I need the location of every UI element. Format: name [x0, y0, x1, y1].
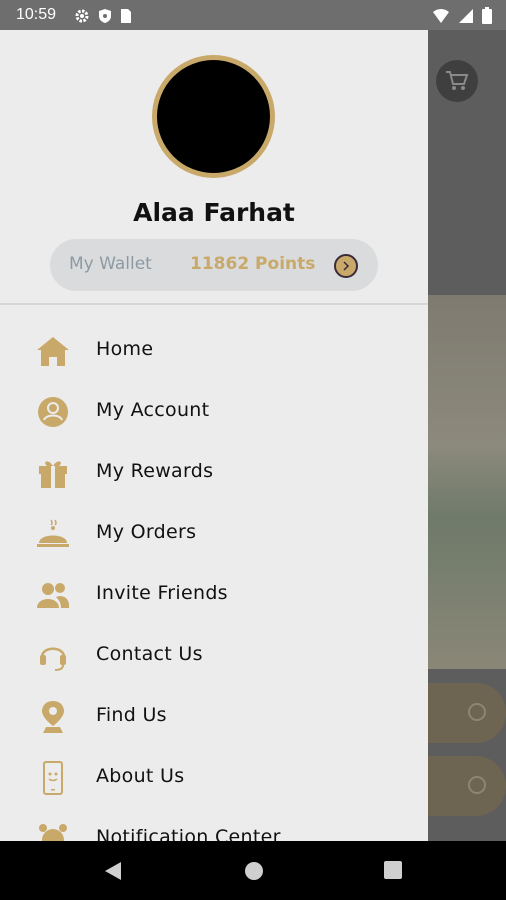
menu-item-label: My Orders	[96, 521, 197, 543]
chevron-right-icon	[468, 703, 486, 721]
menu-item-label: Home	[96, 338, 154, 360]
home-icon	[36, 334, 70, 368]
menu-item-about-us[interactable]: About Us	[0, 747, 428, 808]
account-icon	[36, 395, 70, 429]
chevron-right-icon	[468, 776, 486, 794]
menu-item-invite-friends[interactable]: Invite Friends	[0, 564, 428, 625]
system-navigation-bar	[0, 841, 506, 900]
phone-icon	[36, 761, 70, 795]
profile-name: Alaa Farhat	[133, 198, 295, 227]
location-pin-icon	[36, 700, 70, 734]
recents-square-icon[interactable]	[384, 861, 402, 879]
menu-item-label: About Us	[96, 765, 185, 787]
settings-gear-icon	[75, 9, 89, 23]
alarm-icon	[36, 822, 70, 841]
avatar[interactable]	[152, 55, 275, 178]
cloche-icon	[36, 517, 70, 551]
cart-button[interactable]	[436, 60, 478, 102]
back-icon[interactable]	[103, 861, 123, 881]
status-bar: 10:59	[0, 0, 506, 30]
cart-icon	[446, 71, 469, 90]
menu-item-notification-center[interactable]: Notification Center	[0, 808, 428, 841]
gift-icon	[36, 456, 70, 490]
menu-item-label: Find Us	[96, 704, 167, 726]
menu-item-my-account[interactable]: My Account	[0, 381, 428, 442]
menu-item-find-us[interactable]: Find Us	[0, 686, 428, 747]
divider	[0, 303, 428, 305]
headset-icon	[36, 639, 70, 673]
friends-icon	[36, 578, 70, 612]
menu-item-my-orders[interactable]: My Orders	[0, 503, 428, 564]
background-action-button[interactable]	[428, 756, 506, 816]
menu-item-label: My Rewards	[96, 460, 214, 482]
menu-item-label: Notification Center	[96, 826, 281, 841]
menu-item-label: Invite Friends	[96, 582, 228, 604]
battery-icon	[482, 7, 492, 24]
status-time: 10:59	[16, 6, 57, 23]
menu-item-label: Contact Us	[96, 643, 203, 665]
signal-icon	[459, 8, 473, 23]
home-circle-icon[interactable]	[244, 861, 264, 881]
chevron-right-icon	[334, 254, 358, 278]
menu-item-contact-us[interactable]: Contact Us	[0, 625, 428, 686]
menu-item-my-rewards[interactable]: My Rewards	[0, 442, 428, 503]
background-screen	[428, 30, 506, 841]
navigation-drawer: Alaa Farhat My Wallet 11862 Points Home …	[0, 30, 428, 841]
sim-card-icon	[121, 9, 131, 23]
wallet-label: My Wallet	[69, 254, 152, 274]
wallet-points: 11862 Points	[190, 254, 316, 274]
shield-icon	[99, 9, 111, 23]
food-image	[428, 295, 506, 669]
menu-item-home[interactable]: Home	[0, 320, 428, 381]
menu-item-label: My Account	[96, 399, 210, 421]
wifi-icon	[433, 8, 449, 23]
wallet-button[interactable]: My Wallet 11862 Points	[50, 239, 378, 291]
background-action-button[interactable]	[428, 683, 506, 743]
